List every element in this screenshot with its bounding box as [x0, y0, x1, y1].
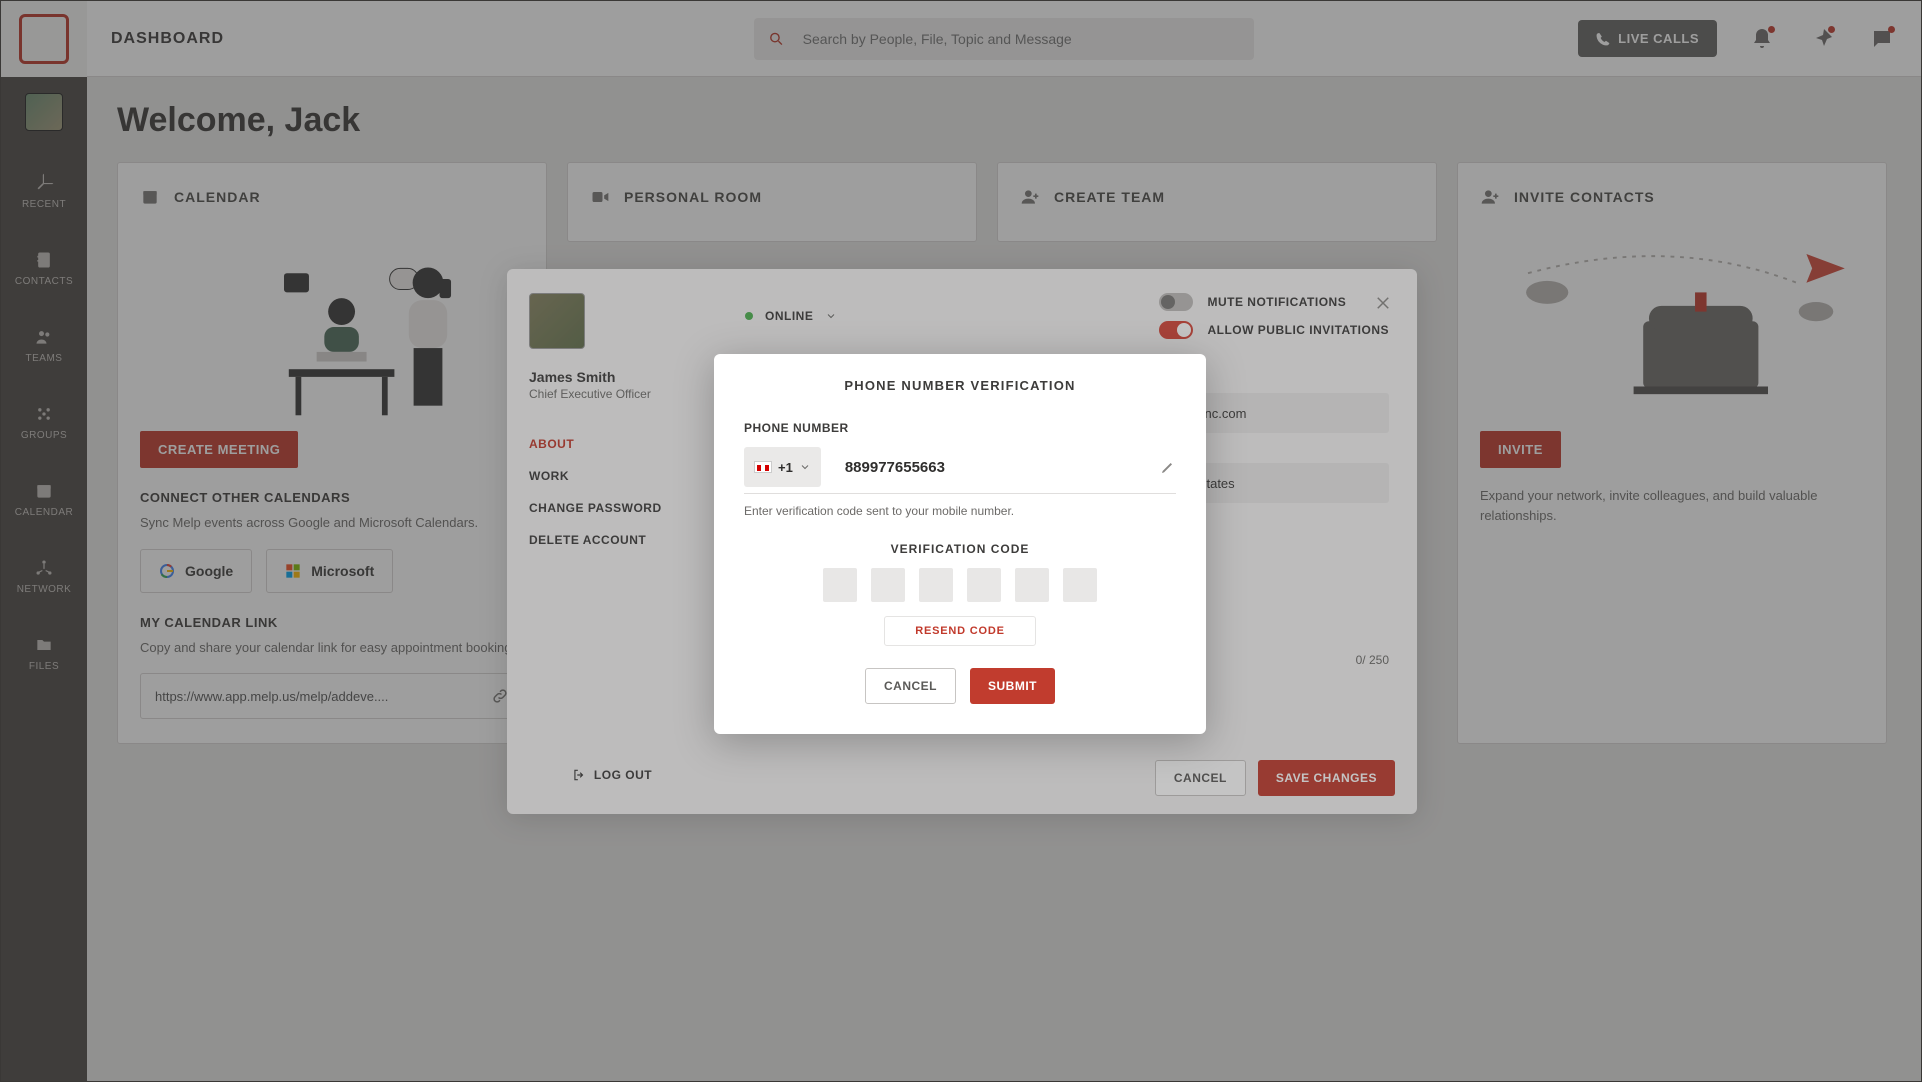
phone-number-value: 889977655663: [845, 459, 1160, 476]
verify-cancel-button[interactable]: CANCEL: [865, 668, 956, 704]
country-selector[interactable]: +1: [744, 447, 821, 487]
phone-row: +1 889977655663: [744, 447, 1176, 494]
verify-submit-button[interactable]: SUBMIT: [970, 668, 1055, 704]
code-input-group: [744, 568, 1176, 602]
code-input-1[interactable]: [823, 568, 857, 602]
verification-code-label: VERIFICATION CODE: [744, 542, 1176, 556]
verification-help-text: Enter verification code sent to your mob…: [744, 504, 1176, 518]
chevron-down-icon: [799, 461, 811, 473]
code-input-5[interactable]: [1015, 568, 1049, 602]
code-input-3[interactable]: [919, 568, 953, 602]
phone-label: PHONE NUMBER: [744, 421, 1176, 435]
code-input-6[interactable]: [1063, 568, 1097, 602]
resend-code-button[interactable]: RESEND CODE: [884, 616, 1035, 646]
code-input-2[interactable]: [871, 568, 905, 602]
flag-icon: [754, 461, 772, 473]
code-input-4[interactable]: [967, 568, 1001, 602]
edit-icon[interactable]: [1160, 459, 1176, 475]
verification-title: PHONE NUMBER VERIFICATION: [744, 378, 1176, 393]
country-code: +1: [778, 460, 793, 475]
verification-modal: PHONE NUMBER VERIFICATION PHONE NUMBER +…: [714, 354, 1206, 734]
